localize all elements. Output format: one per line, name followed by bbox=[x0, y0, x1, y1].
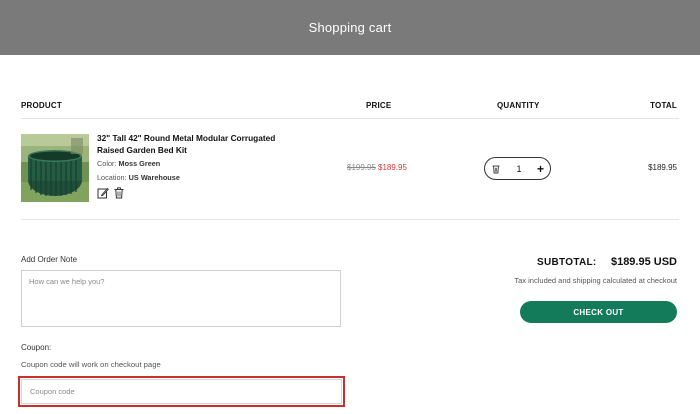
sale-price: $189.95 bbox=[378, 163, 407, 172]
header-quantity: QUANTITY bbox=[497, 101, 540, 110]
edit-icon[interactable] bbox=[97, 187, 109, 199]
line-total: $189.95 bbox=[648, 163, 677, 172]
coupon-label: Coupon: bbox=[21, 343, 52, 352]
color-label: Color: bbox=[97, 159, 117, 168]
plus-icon[interactable]: + bbox=[537, 163, 544, 175]
coupon-code-input[interactable] bbox=[21, 379, 342, 404]
page-title: Shopping cart bbox=[308, 20, 392, 35]
quantity-stepper[interactable]: 1 + bbox=[484, 157, 551, 180]
divider bbox=[21, 219, 679, 220]
page-banner: Shopping cart bbox=[0, 0, 700, 55]
header-total: TOTAL bbox=[650, 101, 677, 110]
product-name[interactable]: 32" Tall 42" Round Metal Modular Corruga… bbox=[97, 132, 297, 156]
tax-shipping-note: Tax included and shipping calculated at … bbox=[514, 276, 677, 285]
order-note-label: Add Order Note bbox=[21, 255, 78, 264]
compare-at-price: $199.95 bbox=[347, 163, 376, 172]
raised-garden-bed-image bbox=[21, 134, 89, 202]
location-value: US Warehouse bbox=[128, 173, 180, 182]
trash-icon[interactable] bbox=[113, 187, 125, 199]
subtotal-label: SUBTOTAL: bbox=[537, 257, 597, 268]
header-price: PRICE bbox=[366, 101, 392, 110]
color-value: Moss Green bbox=[118, 159, 161, 168]
remove-trash-icon[interactable] bbox=[491, 164, 501, 174]
order-note-input[interactable] bbox=[21, 270, 341, 327]
checkout-button[interactable]: CHECK OUT bbox=[520, 301, 677, 323]
product-color: Color: Moss Green bbox=[97, 159, 160, 168]
product-image[interactable] bbox=[21, 134, 89, 202]
product-location: Location: US Warehouse bbox=[97, 173, 180, 182]
subtotal-value: $189.95 USD bbox=[610, 256, 677, 268]
divider bbox=[21, 118, 679, 119]
coupon-hint: Coupon code will work on checkout page bbox=[21, 360, 161, 369]
quantity-value[interactable]: 1 bbox=[516, 164, 521, 174]
header-product: PRODUCT bbox=[21, 101, 62, 110]
location-label: Location: bbox=[97, 173, 127, 182]
